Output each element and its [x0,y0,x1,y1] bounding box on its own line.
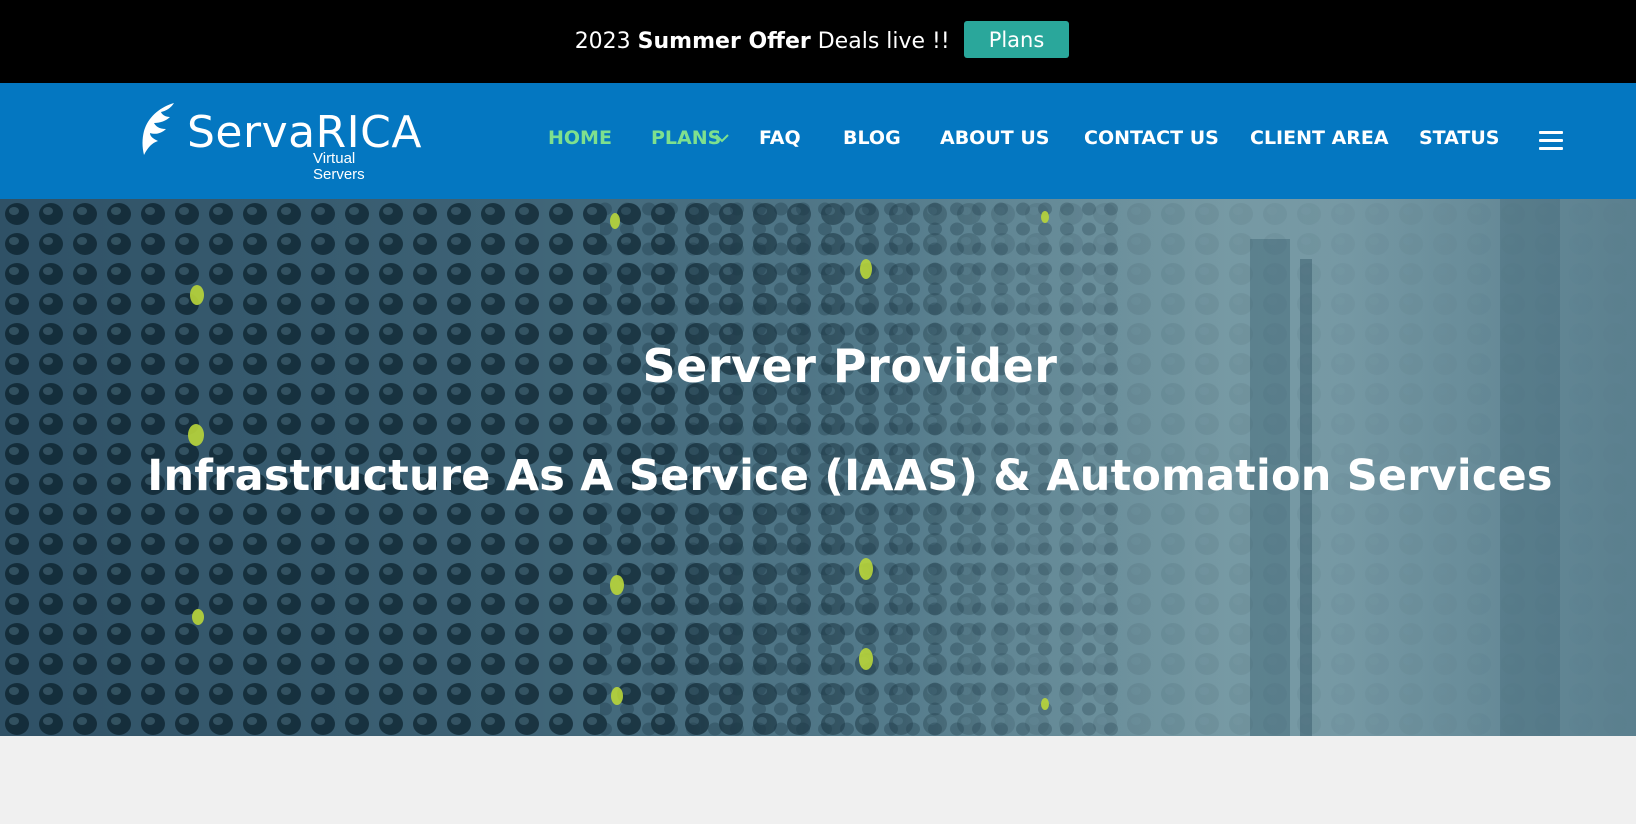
hero-subtitle: Infrastructure As A Service (IAAS) & Aut… [147,451,1553,501]
offer-suffix: Deals live !! [810,29,950,54]
offer-highlight: Summer Offer [637,29,811,54]
nav-contact-us[interactable]: CONTACT US [1084,123,1219,153]
nav-client-area[interactable]: CLIENT AREA [1250,123,1389,153]
hamburger-icon[interactable] [1539,131,1563,151]
hero-banner: Server Provider Infrastructure As A Serv… [0,199,1636,736]
nav-faq[interactable]: FAQ [759,123,801,153]
nav-plans[interactable]: PLANS [651,123,721,153]
offer-text: 2023 Summer Offer Deals live !! [575,29,950,54]
nav-plans-label: PLANS [651,127,722,149]
nav-status[interactable]: STATUS [1419,123,1499,153]
chevron-down-icon[interactable] [714,133,730,143]
offer-prefix: 2023 [574,29,638,54]
hero-title: Server Provider [642,339,1058,393]
logo-tagline: Virtual Servers [313,150,365,183]
offer-bar: 2023 Summer Offer Deals live !! Plans [0,0,1636,83]
plans-offer-button[interactable]: Plans [963,21,1070,58]
content-area [0,736,1636,824]
nav-blog[interactable]: BLOG [843,123,901,153]
main-header: ServaRICA Virtual Servers HOME PLANS FAQ… [0,83,1636,199]
nav-about-us[interactable]: ABOUT US [940,123,1049,153]
nav-home[interactable]: HOME [548,123,612,153]
main-nav: HOME PLANS FAQ BLOG ABOUT US CONTACT US … [0,123,1636,153]
